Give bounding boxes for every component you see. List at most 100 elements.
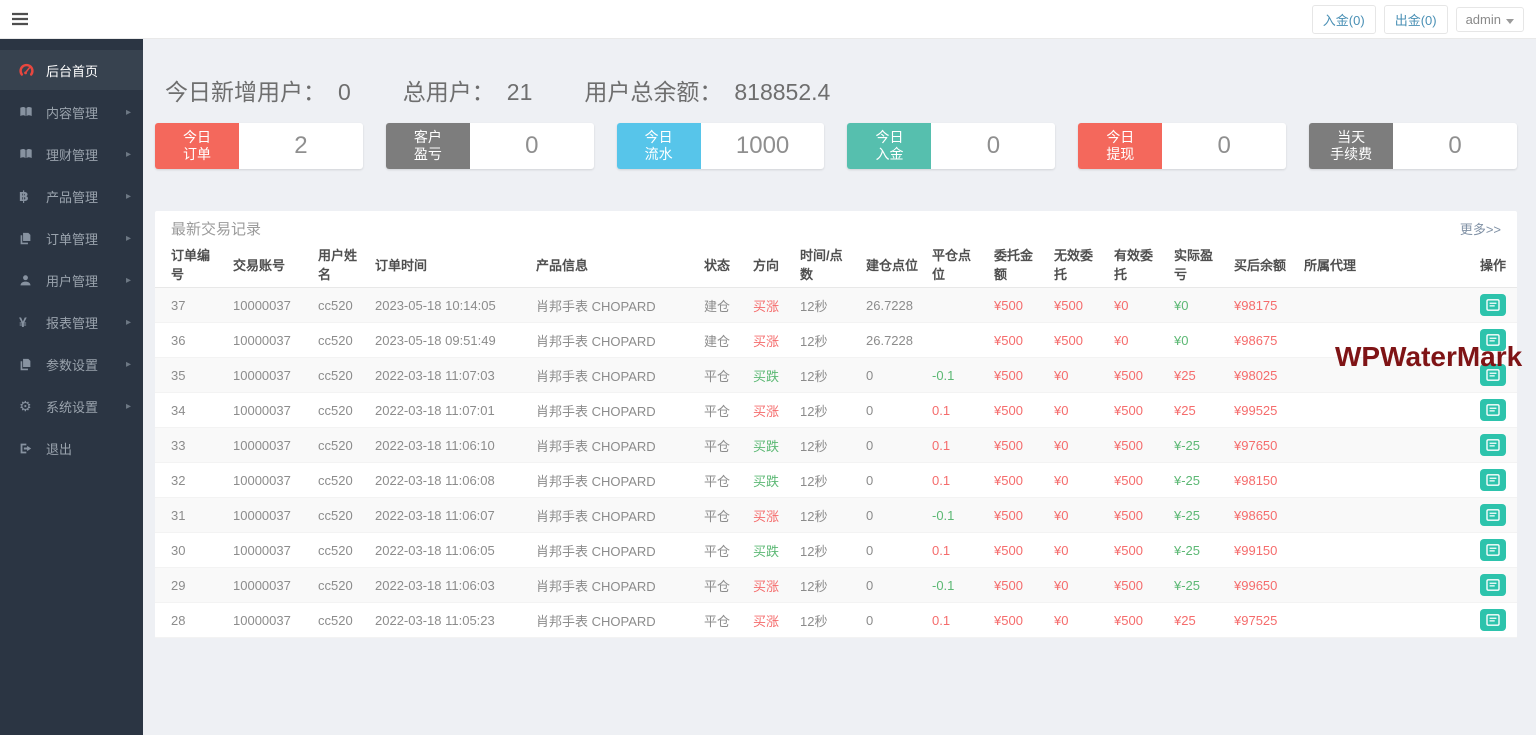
- sidebar-item-logout[interactable]: 退出: [0, 428, 143, 468]
- sidebar-item-user-management[interactable]: 用户管理 ▸: [0, 260, 143, 300]
- table-cell: 肖邦手表 CHOPARD: [528, 392, 696, 428]
- table-row: 33 10000037 cc520 2022-03-18 11:06:10 肖邦手表 C…: [155, 427, 1517, 463]
- table-cell: 12秒: [792, 427, 858, 463]
- table-cell: ¥98650: [1226, 497, 1296, 533]
- sidebar-item-product-management[interactable]: ฿ 产品管理 ▸: [0, 176, 143, 216]
- table-cell: [1296, 462, 1472, 498]
- hamburger-icon[interactable]: [11, 12, 29, 31]
- table-cell: cc520: [310, 357, 367, 393]
- chevron-right-icon: ▸: [125, 358, 131, 370]
- table-row: 32 10000037 cc520 2022-03-18 11:06:08 肖邦手表 C…: [155, 462, 1517, 498]
- table-cell: 12秒: [792, 322, 858, 358]
- table-cell: 0.1: [924, 462, 986, 498]
- view-order-button[interactable]: [1480, 469, 1506, 491]
- card-today-withdrawal: 今日 提现 0: [1078, 123, 1287, 169]
- table-cell: 0: [858, 392, 924, 428]
- table-cell: 34: [155, 392, 225, 428]
- table-cell: ¥0: [1046, 497, 1106, 533]
- table-cell: 0: [858, 357, 924, 393]
- view-order-button[interactable]: [1480, 539, 1506, 561]
- sidebar-item-label: 退出: [46, 441, 73, 457]
- table-cell: [924, 322, 986, 358]
- sidebar-item-report-management[interactable]: ¥ 报表管理 ▸: [0, 302, 143, 342]
- column-header: 时间/点数: [792, 245, 858, 288]
- more-link[interactable]: 更多>>: [1460, 219, 1501, 238]
- table-cell-action: [1472, 497, 1517, 533]
- view-order-button[interactable]: [1480, 434, 1506, 456]
- card-value: 1000: [735, 132, 790, 159]
- table-cell: cc520: [310, 427, 367, 463]
- topbar: 入金(0) 出金(0) admin: [0, 0, 1536, 39]
- card-customer-pnl: 客户 盈亏 0: [385, 123, 594, 169]
- table-cell: ¥0: [1106, 322, 1166, 358]
- table-cell: 10000037: [225, 602, 310, 638]
- view-order-button[interactable]: [1480, 329, 1506, 351]
- table-cell: [1296, 357, 1472, 393]
- view-order-button[interactable]: [1480, 399, 1506, 421]
- stat-label: 今日新增用户：: [165, 79, 326, 105]
- panel-title: 最新交易记录: [171, 220, 262, 238]
- column-header: 订单编号: [155, 245, 225, 288]
- sidebar-item-content-management[interactable]: 内容管理 ▸: [0, 92, 143, 132]
- table-cell: 30: [155, 532, 225, 568]
- table-cell: ¥0: [1046, 602, 1106, 638]
- column-header: 操作: [1472, 245, 1517, 288]
- table-cell: ¥99525: [1226, 392, 1296, 428]
- stat-label: 用户总余额：: [584, 79, 723, 105]
- table-row: 35 10000037 cc520 2022-03-18 11:07:03 肖邦手表 C…: [155, 357, 1517, 393]
- table-cell: 2023-05-18 10:14:05: [367, 287, 528, 323]
- table-cell: ¥25: [1166, 357, 1226, 393]
- view-order-button[interactable]: [1480, 364, 1506, 386]
- table-cell: ¥0: [1046, 427, 1106, 463]
- trades-table: 订单编号 交易账号 用户姓名 订单时间 产品信息 状态 方向 时间/点数 建仓点位 平仓点位 委托金…: [155, 245, 1517, 638]
- table-cell: 买涨: [745, 567, 792, 603]
- card-label: 今日 流水: [616, 123, 701, 169]
- table-cell: ¥500: [986, 392, 1046, 428]
- table-cell: [1296, 322, 1472, 358]
- sidebar-item-order-management[interactable]: 订单管理 ▸: [0, 218, 143, 258]
- table-row: 36 10000037 cc520 2023-05-18 09:51:49 肖邦手表 C…: [155, 322, 1517, 358]
- table-cell-action: [1472, 602, 1517, 638]
- table-cell: 10000037: [225, 357, 310, 393]
- bitcoin-icon: ฿: [19, 187, 29, 204]
- table-cell: 28: [155, 602, 225, 638]
- table-cell: ¥-25: [1166, 532, 1226, 568]
- table-cell: 2022-03-18 11:06:05: [367, 532, 528, 568]
- table-cell: 10000037: [225, 427, 310, 463]
- table-cell: ¥0: [1106, 287, 1166, 323]
- deposit-button[interactable]: 入金(0): [1311, 5, 1376, 34]
- chevron-right-icon: ▸: [125, 232, 131, 244]
- table-cell: [1296, 602, 1472, 638]
- table-cell: 平仓: [696, 532, 745, 568]
- column-header: 买后余额: [1226, 245, 1296, 288]
- table-cell: ¥25: [1166, 602, 1226, 638]
- table-cell: 10000037: [225, 287, 310, 323]
- table-cell: 2023-05-18 09:51:49: [367, 322, 528, 358]
- table-cell: ¥500: [986, 427, 1046, 463]
- table-cell: 买涨: [745, 602, 792, 638]
- withdraw-button[interactable]: 出金(0): [1383, 5, 1448, 34]
- table-cell: 10000037: [225, 567, 310, 603]
- stat-item: 总用户： 21: [403, 73, 533, 107]
- chevron-right-icon: ▸: [125, 316, 131, 328]
- column-header: 平仓点位: [924, 245, 986, 288]
- view-order-button[interactable]: [1480, 294, 1506, 316]
- sidebar-item-dashboard-home[interactable]: 后台首页: [0, 50, 143, 90]
- sidebar-item-parameter-settings[interactable]: 参数设置 ▸: [0, 344, 143, 384]
- view-order-button[interactable]: [1480, 609, 1506, 631]
- admin-menu[interactable]: admin: [1455, 7, 1524, 32]
- stat-cards: 今日 订单 2 客户 盈亏 0 今日 流水 1000 今日 入金 0 今日 提现 0 当天 手续费 0: [155, 123, 1517, 169]
- table-cell: ¥500: [986, 532, 1046, 568]
- column-header: 实际盈亏: [1166, 245, 1226, 288]
- table-cell: 0: [858, 462, 924, 498]
- table-cell: 2022-03-18 11:06:03: [367, 567, 528, 603]
- sidebar: 后台首页 内容管理 ▸ 理财管理 ▸ ฿产品管理 ▸ 订单管理 ▸ 用户管理 ▸ ¥ 报表管理 ▸ 参数设置…: [0, 39, 143, 735]
- table-cell: [1296, 287, 1472, 323]
- table-cell: 29: [155, 567, 225, 603]
- sidebar-item-finance-management[interactable]: 理财管理 ▸: [0, 134, 143, 174]
- table-cell: ¥-25: [1166, 427, 1226, 463]
- sidebar-item-label: 用户管理: [46, 273, 99, 289]
- sidebar-item-system-settings[interactable]: ⚙ 系统设置 ▸: [0, 386, 143, 426]
- view-order-button[interactable]: [1480, 574, 1506, 596]
- view-order-button[interactable]: [1480, 504, 1506, 526]
